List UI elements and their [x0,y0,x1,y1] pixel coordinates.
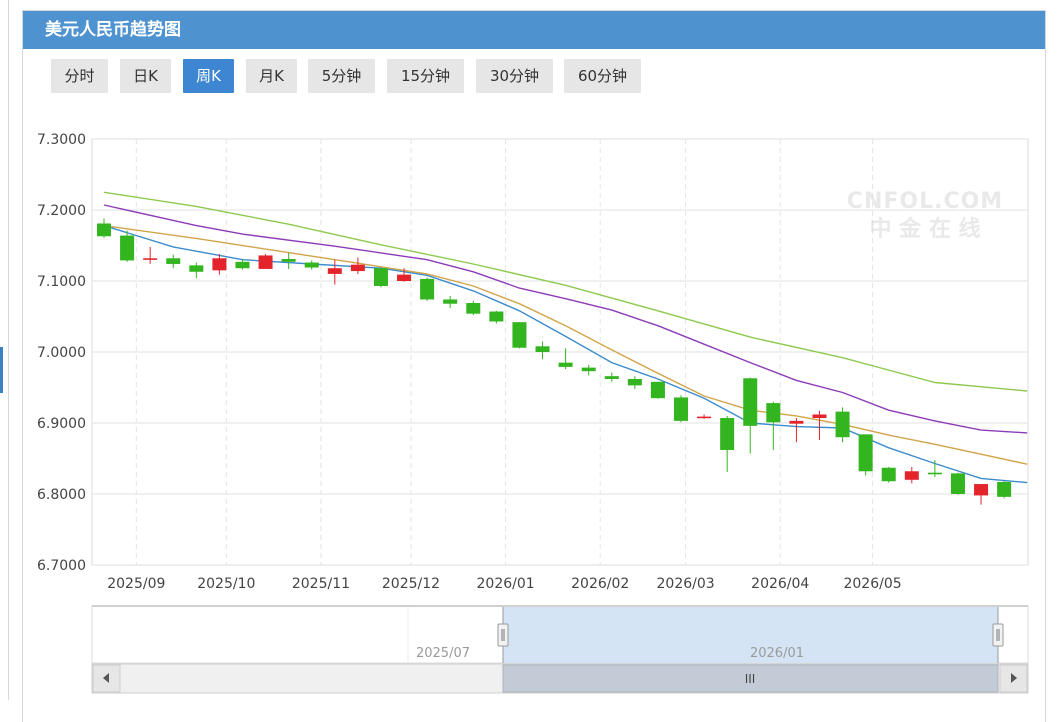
scrollbar[interactable]: III [91,663,1029,694]
y-axis-labels: 7.3000 7.2000 7.1000 7.0000 6.9000 6.8000 6.70… [37,132,86,574]
candle-body [443,299,458,304]
candle-body [835,411,850,438]
candle [512,322,527,349]
x-tick-label: 2026/03 [657,576,715,592]
x-tick-label: 2026/02 [571,576,629,592]
candle-body [789,420,804,424]
candle-body [350,264,365,272]
candle-body [235,261,250,269]
candle-body [674,397,688,421]
navigator: 2025/07 2026/01 [91,605,1029,664]
x-tick-label: 2026/05 [843,576,901,592]
candle-body [927,472,942,475]
candle-body [258,255,273,269]
y-tick-label: 7.2000 [37,203,86,219]
x-tick-label: 2026/01 [477,576,535,592]
candle [373,268,388,288]
navigator-right-handle[interactable] [992,623,1004,647]
x-axis-labels: 2025/09 2025/10 2025/11 2025/12 2026/01 2026/… [107,576,901,592]
x-tick-label: 2025/10 [197,576,255,592]
candle-body [766,403,781,423]
candle-body [189,265,204,272]
candle-body [904,471,919,480]
candle-body [650,381,665,399]
candle [420,277,435,301]
candle [997,481,1012,499]
candle-body [627,378,642,386]
candle-body [143,258,158,260]
candle-body [997,481,1012,497]
candle-body [512,322,527,348]
x-tick-label: 2026/04 [751,576,809,592]
candle-body [397,274,412,281]
x-tick-label: 2025/09 [107,576,165,592]
candle-body [281,258,296,262]
candle-body [304,262,319,268]
navigator-label-1: 2025/07 [416,646,470,661]
x-tick-label: 2025/12 [382,576,440,592]
candle-body [489,311,504,322]
y-tick-label: 7.1000 [37,274,86,290]
candle-body [950,473,965,494]
watermark-line2: 中 金 在 线 [870,216,981,242]
candle-body [166,258,181,264]
y-tick-label: 6.9000 [37,416,86,432]
candle-body [558,362,573,367]
candle-body [120,235,135,261]
candle-body [327,268,342,274]
candle-body [212,258,227,271]
watermark-line1: CNFOL.COM [847,189,1003,214]
candle-body [881,467,896,482]
scrollbar-thumb-grip: III [745,672,756,686]
candle-body [466,303,481,314]
candle-body [697,416,712,419]
y-tick-label: 6.8000 [37,487,86,503]
candle [950,472,965,495]
candle [258,254,273,269]
navigator-label-2: 2026/01 [750,646,804,661]
candle-body [420,278,435,300]
candle-body [581,367,596,372]
candle [466,300,481,316]
candle [674,395,688,423]
candle-body [743,378,758,426]
candle [881,467,896,483]
candle-body [974,484,989,496]
candle [858,434,873,476]
navigator-left-handle[interactable] [497,623,509,647]
candle-body [604,376,619,379]
candle-body [97,223,111,237]
candlestick-chart: 7.3000 7.2000 7.1000 7.0000 6.9000 6.8000 6.70… [37,132,1029,694]
candle [835,407,850,443]
candle [650,381,665,399]
y-tick-label: 7.0000 [37,345,86,361]
candle-body [373,268,388,286]
candle-body [812,414,827,419]
y-tick-label: 6.7000 [37,558,86,574]
candle-body [858,434,873,472]
y-tick-label: 7.3000 [37,132,86,148]
candle-body [720,418,735,450]
x-tick-label: 2025/11 [292,576,350,592]
candle-body [535,346,550,352]
